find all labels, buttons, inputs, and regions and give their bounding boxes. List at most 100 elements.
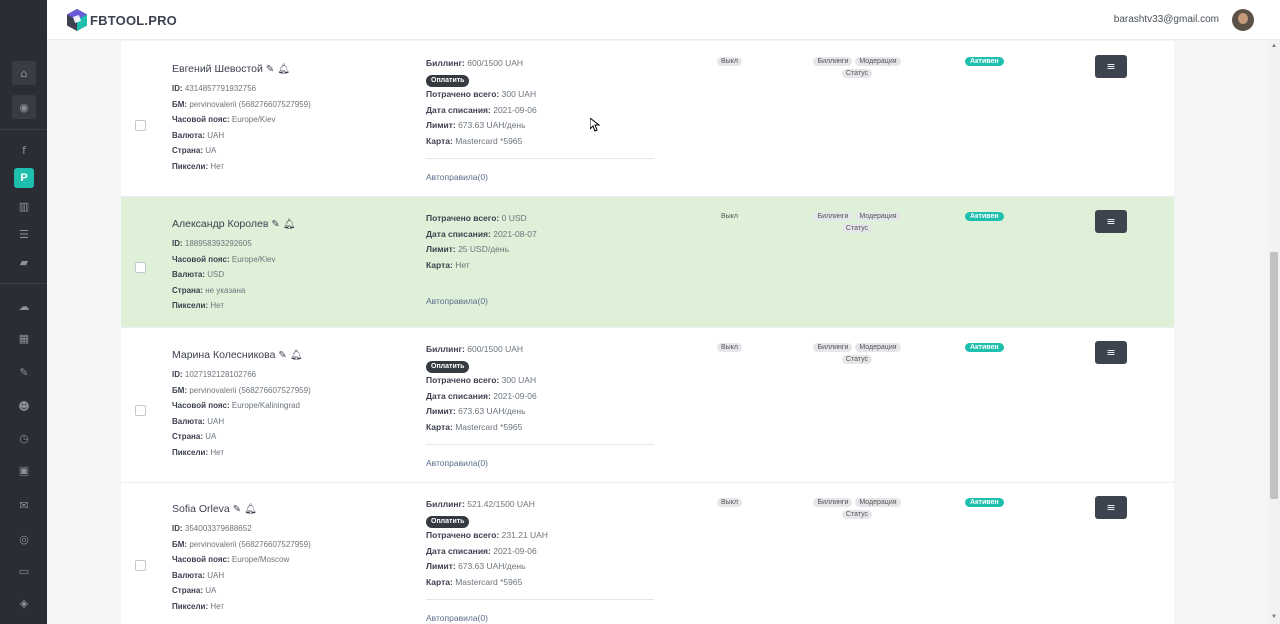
columns-icon[interactable]: ▥ [12,194,36,218]
chart-icon[interactable]: ▦ [12,326,36,350]
bell-icon[interactable]: 🔔︎ [277,64,290,75]
list-icon[interactable]: ☰ [12,222,36,246]
account-name: Евгений Шевостой [172,63,263,75]
autorules-link[interactable]: Автоправила(0) [426,296,488,306]
tag-billing: Биллинги [813,498,853,507]
table-row: Sofia Orleva ✎ 🔔︎ ID: 354003379688652 БМ… [121,483,1174,624]
user-circle-icon[interactable]: ◉ [12,95,36,119]
account-info: ID: 1027192128102766 БМ: pervinovalerii … [172,370,311,457]
autorules-link[interactable]: Автоправила(0) [426,613,488,623]
tags: Биллинги Модерация Статус [809,212,905,233]
edit-icon[interactable]: ✎ [12,360,36,384]
row-menu-button[interactable]: ≡ [1095,341,1127,364]
table-row: Марина Колесникова ✎ 🔔︎ ID: 102719212810… [121,328,1174,483]
account-name-line: Александр Королев ✎ 🔔︎ [172,218,296,230]
tag-billing: Биллинги [813,343,853,352]
tag-billing: Биллинги [813,212,853,221]
tags: Биллинги Модерация Статус [809,343,905,364]
tags: Биллинги Модерация Статус [809,498,905,519]
home-icon[interactable]: ⌂ [12,61,36,85]
logo[interactable]: FBTOOL.PRO [67,9,177,31]
divider [426,158,654,159]
sidebar: ⌂ ◉ f P ▥ ☰ ▰ ☁ ▦ ✎ ☻ ◷ ▣ ✉ ◎ ▭ ◈ [0,0,47,624]
facebook-icon[interactable]: f [12,138,36,162]
account-info: ID: 354003379688652 БМ: pervinovalerii (… [172,524,311,611]
sidebar-divider [0,283,47,284]
account-info: ID: 4314857791932756 БМ: pervinovalerii … [172,84,311,171]
accounts-list: Евгений Шевостой ✎ 🔔︎ ID: 43148577919327… [121,41,1174,624]
bell-icon[interactable]: 🔔︎ [283,219,296,230]
bell-icon[interactable]: 🔔︎ [290,350,303,361]
p-icon[interactable]: P [14,168,34,188]
bell-icon[interactable]: 🔔︎ [244,504,257,515]
tag-billing: Биллинги [813,57,853,66]
billing-info: Потрачено всего: 0 USD Дата списания: 20… [426,213,537,270]
tag-status: Статус [841,224,873,233]
avatar[interactable] [1232,9,1254,31]
row-checkbox[interactable] [135,120,146,131]
divider [426,599,654,600]
off-badge: Выкл [721,213,738,220]
cloud-upload-icon[interactable]: ☁ [12,294,36,318]
mouse-cursor-icon [590,118,600,132]
tags: Биллинги Модерация Статус [809,57,905,78]
pay-button[interactable]: Оплатить [426,515,470,528]
tag-moderation: Модерация [855,212,901,221]
card-icon[interactable]: ▭ [12,559,36,583]
scroll-down-icon[interactable]: ▼ [1271,614,1277,620]
account-info: ID: 188958393292605 Часовой пояс: Europe… [172,239,276,310]
tag-status: Статус [841,355,873,364]
row-menu-button[interactable]: ≡ [1095,210,1127,233]
chat-icon[interactable]: ✉ [12,493,36,517]
sidebar-divider [0,129,47,130]
off-badge: Выкл [717,498,742,507]
status-badge: Активен [965,212,1004,221]
row-checkbox[interactable] [135,262,146,273]
profile-icon[interactable]: ◎ [12,527,36,551]
tag-moderation: Модерация [855,343,901,352]
account-name-line: Марина Колесникова ✎ 🔔︎ [172,349,303,361]
row-menu-button[interactable]: ≡ [1095,496,1127,519]
users-icon[interactable]: ☻ [12,394,36,418]
status-badge: Активен [965,57,1004,66]
user-email[interactable]: barashtv33@gmail.com [1114,14,1219,25]
logo-cube-icon [67,9,87,31]
hamburger-icon: ≡ [1106,346,1116,359]
autorules-link[interactable]: Автоправила(0) [426,458,488,468]
status-badge: Активен [965,498,1004,507]
pencil-icon[interactable]: ✎ [233,504,241,515]
row-checkbox[interactable] [135,405,146,416]
pay-button[interactable]: Оплатить [426,360,470,373]
row-checkbox[interactable] [135,560,146,571]
top-header: FBTOOL.PRO barashtv33@gmail.com [47,0,1280,40]
billing-info: Биллинг: 600/1500 UAH Оплатить Потрачено… [426,344,537,432]
hamburger-icon: ≡ [1106,215,1116,228]
account-name: Александр Королев [172,218,269,230]
scroll-up-icon[interactable]: ▲ [1271,43,1277,49]
account-name-line: Sofia Orleva ✎ 🔔︎ [172,503,257,515]
pay-button[interactable]: Оплатить [426,74,470,87]
hamburger-icon: ≡ [1106,60,1116,73]
money-icon[interactable]: ▣ [12,458,36,482]
row-menu-button[interactable]: ≡ [1095,55,1127,78]
billing-info: Биллинг: 600/1500 UAH Оплатить Потрачено… [426,58,537,146]
logo-text: FBTOOL.PRO [90,12,177,28]
folder-icon[interactable]: ▰ [12,250,36,274]
hamburger-icon: ≡ [1106,501,1116,514]
table-row: Евгений Шевостой ✎ 🔔︎ ID: 43148577919327… [121,41,1174,197]
account-name: Sofia Orleva [172,503,230,515]
pencil-icon[interactable]: ✎ [271,219,279,230]
table-row: Александр Королев ✎ 🔔︎ ID: 1889583932926… [121,197,1174,328]
eye-icon[interactable]: ◈ [12,591,36,615]
pencil-icon[interactable]: ✎ [266,64,274,75]
scrollbar-thumb[interactable] [1270,252,1278,499]
clock-icon[interactable]: ◷ [12,426,36,450]
status-badge: Активен [965,343,1004,352]
off-badge: Выкл [717,57,742,66]
tag-moderation: Модерация [855,57,901,66]
tag-status: Статус [841,69,873,78]
autorules-link[interactable]: Автоправила(0) [426,172,488,182]
tag-status: Статус [841,510,873,519]
pencil-icon[interactable]: ✎ [278,350,286,361]
divider [426,444,654,445]
